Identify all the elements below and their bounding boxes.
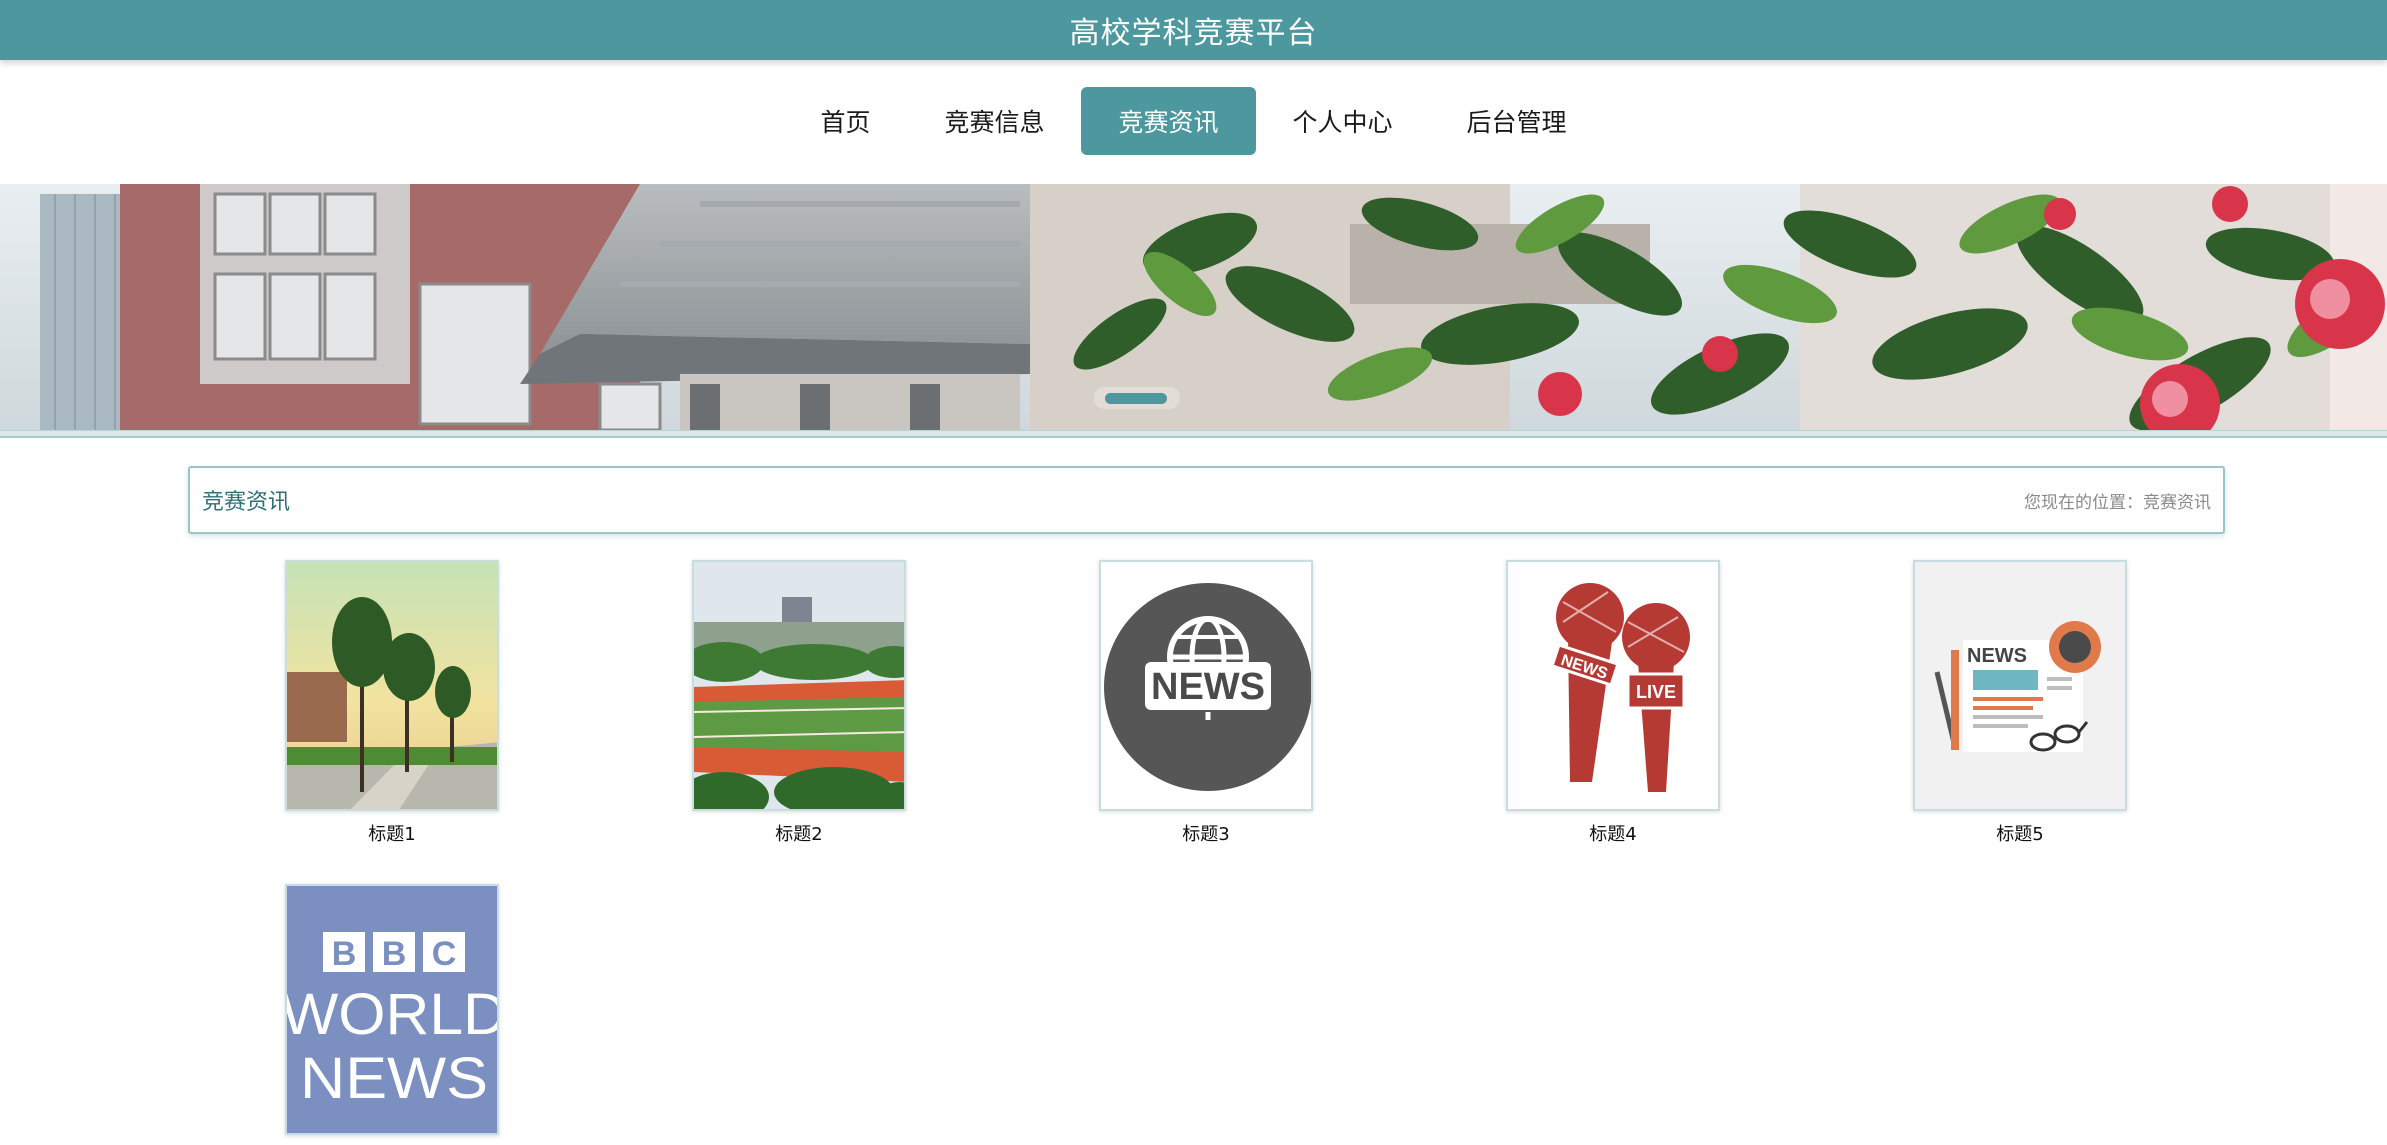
nav-item-competition-news[interactable]: 竞赛资讯 [1081, 87, 1256, 155]
news-card[interactable]: BBC WORLD NEWS [285, 884, 499, 1135]
news-card[interactable]: NEWS LIVE 标题4 [1506, 560, 1720, 846]
news-title[interactable]: 标题2 [692, 820, 906, 846]
nav-item-home[interactable]: 首页 [783, 87, 907, 155]
svg-text:NEWS: NEWS [300, 1046, 488, 1111]
slider-dot-active[interactable] [1105, 393, 1167, 404]
bbc-world-news-logo: BBC WORLD NEWS [287, 886, 499, 1133]
svg-text:NEWS: NEWS [1967, 645, 2027, 667]
news-title[interactable]: 标题5 [1913, 820, 2127, 846]
news-thumbnail[interactable]: BBC WORLD NEWS [285, 884, 499, 1135]
section-title: 竞赛资讯 [202, 490, 291, 515]
news-globe-icon: NEWS [1101, 562, 1311, 809]
news-card[interactable]: 标题2 [692, 560, 906, 846]
news-title[interactable]: 标题3 [1099, 820, 1313, 846]
top-bar: 高校学科竞赛平台 [0, 0, 2387, 60]
sports-field-image [694, 562, 904, 809]
breadcrumb: 您现在的位置：竞赛资讯 [2024, 492, 2211, 513]
svg-text:LIVE: LIVE [1636, 682, 1676, 702]
news-title[interactable]: 标题1 [285, 820, 499, 846]
banner-divider [0, 430, 2387, 438]
svg-text:B: B [382, 935, 407, 973]
nav-item-personal-center[interactable]: 个人中心 [1256, 87, 1430, 155]
news-microphones-icon: NEWS LIVE [1508, 562, 1718, 809]
svg-text:NEWS: NEWS [1151, 666, 1265, 708]
news-thumbnail[interactable] [285, 560, 499, 811]
news-card[interactable]: 标题1 [285, 560, 499, 846]
news-thumbnail[interactable]: NEWS [1913, 560, 2127, 811]
nav-item-admin[interactable]: 后台管理 [1430, 87, 1604, 155]
section-header: 竞赛资讯 您现在的位置：竞赛资讯 [188, 466, 2225, 534]
news-title[interactable]: 标题4 [1506, 820, 1720, 846]
banner-carousel[interactable] [0, 184, 2387, 430]
svg-text:C: C [432, 935, 457, 973]
news-thumbnail[interactable] [692, 560, 906, 811]
nav-item-competition-info[interactable]: 竞赛信息 [907, 87, 1081, 155]
banner-image [0, 184, 2387, 430]
news-paper-icon: NEWS [1915, 562, 2125, 809]
campus-trees-image [287, 562, 497, 809]
news-thumbnail[interactable]: NEWS [1099, 560, 1313, 811]
news-card[interactable]: NEWS 标题3 [1099, 560, 1313, 846]
svg-text:B: B [332, 935, 357, 973]
main-nav: 首页 竞赛信息 竞赛资讯 个人中心 后台管理 [0, 86, 2387, 156]
news-card[interactable]: NEWS 标题5 [1913, 560, 2127, 846]
news-thumbnail[interactable]: NEWS LIVE [1506, 560, 1720, 811]
site-title: 高校学科竞赛平台 [1069, 16, 1318, 51]
svg-text:WORLD: WORLD [287, 982, 499, 1047]
